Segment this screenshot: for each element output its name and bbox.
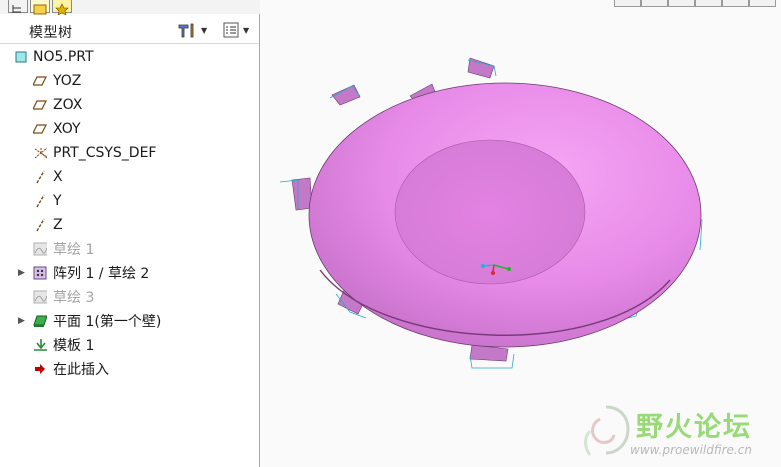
chevron-down-icon: ▼: [201, 25, 208, 35]
view-button[interactable]: [668, 0, 695, 7]
tab-model-tree[interactable]: [8, 0, 28, 13]
view-button[interactable]: [614, 0, 641, 7]
tree-item-label: 阵列 1 / 草绘 2: [53, 266, 150, 282]
tree-item-label: XOY: [53, 121, 81, 137]
tree-item-label: 草绘 3: [53, 290, 95, 306]
model-tree-header: 模型树 ▼ ▼: [0, 14, 259, 44]
tree-item-axis-x[interactable]: X: [0, 165, 259, 189]
sketch-icon: [33, 290, 47, 304]
datum-axis-icon: [33, 170, 47, 184]
tree-settings-button[interactable]: ▼: [176, 20, 207, 40]
tree-item-label: YOZ: [53, 73, 82, 89]
datum-axis-icon: [33, 218, 47, 232]
tree-item-label: PRT_CSYS_DEF: [53, 145, 157, 161]
coordinate-system-icon: [33, 146, 47, 160]
tab-folder-browser[interactable]: [30, 0, 50, 15]
list-columns-icon: [223, 22, 239, 38]
dish-center-well: [394, 139, 586, 285]
tree-item-axis-z[interactable]: Z: [0, 213, 259, 237]
tree-item-label: Z: [53, 217, 63, 233]
forum-watermark: 野火论坛 www.proewildfire.cn: [570, 395, 781, 467]
tree-item-csys[interactable]: PRT_CSYS_DEF: [0, 141, 259, 165]
tree-item-label: ZOX: [53, 97, 83, 113]
expand-arrow-icon[interactable]: ▶: [18, 268, 26, 278]
datum-plane-icon: [33, 74, 47, 88]
tree-item-form-1[interactable]: 模板 1: [0, 333, 259, 357]
tree-item-label: Y: [53, 193, 62, 209]
tree-item-sketch-1[interactable]: 草绘 1: [0, 237, 259, 261]
tree-item-label: NO5.PRT: [33, 49, 94, 65]
panel-tab-bar: [0, 0, 260, 16]
tree-item-label: 草绘 1: [53, 242, 95, 258]
tab-favorites[interactable]: [52, 0, 72, 16]
tree-item-label: 平面 1(第一个壁): [53, 314, 162, 330]
model-tree-title: 模型树: [29, 25, 73, 41]
view-button[interactable]: [749, 0, 776, 7]
watermark-url: www.proewildfire.cn: [630, 443, 752, 457]
tree-item-plane-xoy[interactable]: XOY: [0, 117, 259, 141]
datum-plane-icon: [33, 98, 47, 112]
tree-item-flat-wall[interactable]: ▶ 平面 1(第一个壁): [0, 309, 259, 333]
form-icon: [33, 338, 47, 352]
datum-plane-icon: [33, 122, 47, 136]
tree-item-label: 在此插入: [53, 362, 109, 378]
flat-wall-icon: [33, 314, 47, 328]
tree-columns-button[interactable]: ▼: [222, 20, 249, 40]
tree-item-plane-zox[interactable]: ZOX: [0, 93, 259, 117]
chevron-down-icon: ▼: [243, 25, 250, 35]
sketch-icon: [33, 242, 47, 256]
tree-item-pattern-1[interactable]: ▶ 阵列 1 / 草绘 2: [0, 261, 259, 285]
tree-item-axis-y[interactable]: Y: [0, 189, 259, 213]
tree-item-label: 模板 1: [53, 338, 95, 354]
view-button[interactable]: [695, 0, 722, 7]
model-tree-panel: 模型树 ▼ ▼ NO5.PRT YOZ ZOX XOY PRT_CSYS_DEF…: [0, 0, 260, 467]
part-icon: [14, 50, 28, 64]
watermark-title: 野火论坛: [636, 412, 752, 443]
tree-item-label: X: [53, 169, 63, 185]
tree-item-insert-here[interactable]: 在此插入: [0, 357, 259, 381]
view-button[interactable]: [722, 0, 749, 7]
view-button[interactable]: [641, 0, 668, 7]
tree-item-sketch-3[interactable]: 草绘 3: [0, 285, 259, 309]
tree-item-part[interactable]: NO5.PRT: [0, 45, 259, 69]
insert-here-arrow-icon: [33, 362, 47, 376]
pattern-icon: [33, 266, 47, 280]
tools-icon: [178, 23, 194, 38]
tree-item-plane-yoz[interactable]: YOZ: [0, 69, 259, 93]
view-toolbar: [614, 0, 776, 8]
datum-axis-icon: [33, 194, 47, 208]
expand-arrow-icon[interactable]: ▶: [18, 316, 26, 326]
